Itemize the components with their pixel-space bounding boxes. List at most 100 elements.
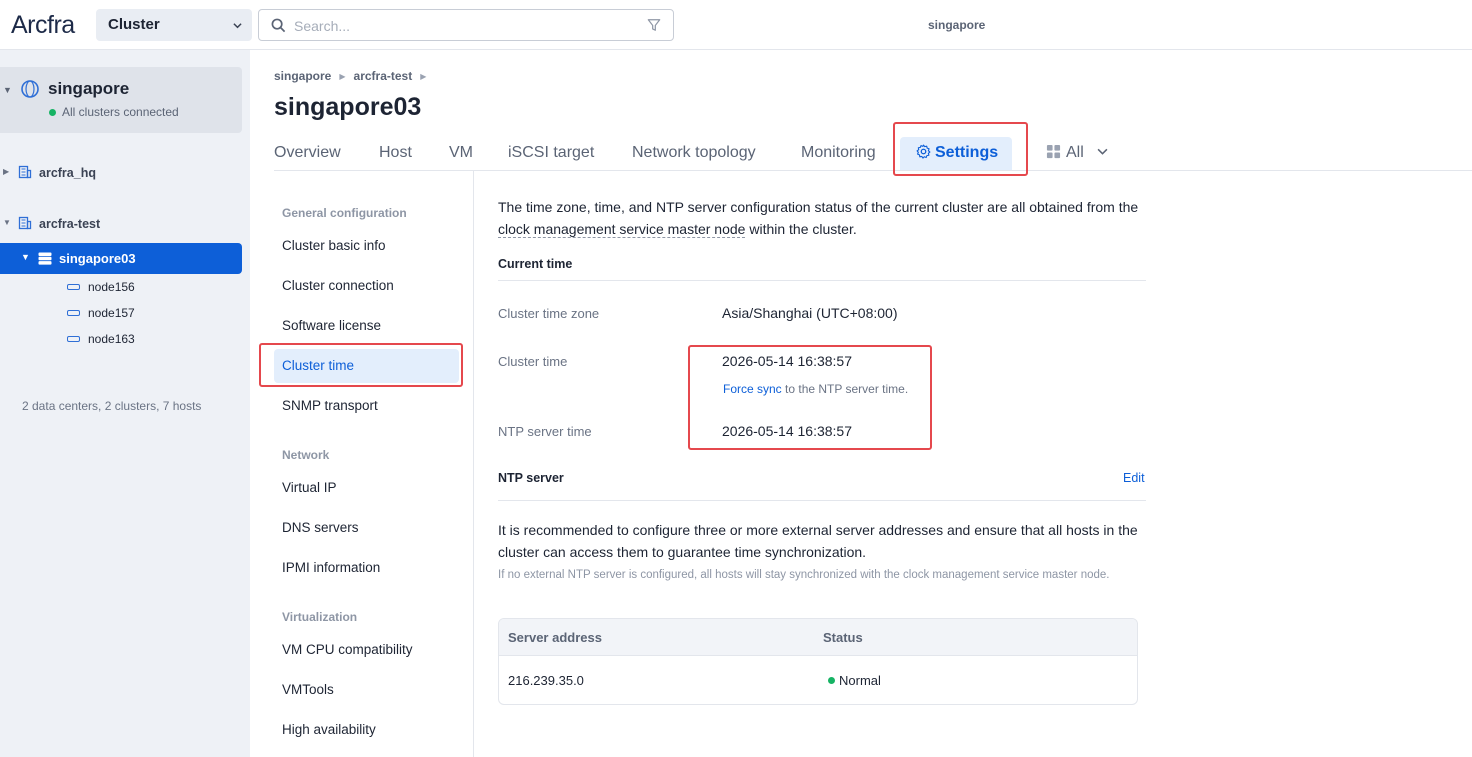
gear-icon	[916, 144, 931, 159]
node-label: node156	[88, 280, 135, 294]
force-sync-line: Force sync to the NTP server time.	[723, 382, 908, 396]
tree-item-label: arcfra-test	[39, 217, 101, 231]
settings-nav-vmtools[interactable]: VMTools	[274, 673, 459, 707]
host-icon	[67, 336, 80, 342]
tab-vm[interactable]: VM	[449, 137, 473, 171]
datacenter-name: singapore	[48, 79, 130, 98]
breadcrumb-separator-icon: ▶	[339, 72, 346, 81]
search-input[interactable]	[294, 16, 634, 36]
settings-nav-cluster-basic-info[interactable]: Cluster basic info	[274, 229, 459, 263]
timezone-label: Cluster time zone	[498, 306, 600, 321]
tab-all-dropdown[interactable]: All	[1046, 137, 1108, 171]
table-header: Server address Status	[499, 619, 1137, 656]
current-location-title: singapore	[928, 18, 986, 32]
datacenter-card[interactable]: ▼ singapore All clusters connected	[0, 67, 242, 133]
node-label: node157	[88, 306, 135, 320]
cluster-time-value: 2026-05-14 16:38:57	[722, 353, 852, 369]
tree-item-arcfra-hq[interactable]: ▶ arcfra_hq	[0, 160, 242, 186]
ntp-recommendation: It is recommended to configure three or …	[498, 522, 1138, 560]
cluster-building-icon	[18, 165, 32, 179]
scope-dropdown[interactable]: Cluster	[96, 9, 252, 41]
chevron-down-icon	[233, 23, 242, 29]
force-sync-link[interactable]: Force sync	[723, 382, 782, 396]
tree-item-label: singapore03	[59, 251, 136, 266]
settings-nav-snmp-transport[interactable]: SNMP transport	[274, 389, 459, 423]
breadcrumb: singapore ▶ arcfra-test ▶	[274, 69, 434, 83]
ntp-time-label: NTP server time	[498, 424, 592, 439]
tree-item-arcfra-test[interactable]: ▼ arcfra-test	[0, 211, 242, 237]
settings-nav-divider	[473, 171, 474, 757]
caret-down-icon[interactable]: ▼	[3, 85, 12, 95]
top-bar: Arcfra Cluster singapore	[0, 0, 1472, 50]
column-header-status: Status	[823, 630, 863, 645]
breadcrumb-item[interactable]: arcfra-test	[354, 69, 413, 83]
section-divider	[498, 280, 1146, 281]
status-dot	[49, 109, 56, 116]
settings-nav-software-license[interactable]: Software license	[274, 309, 459, 343]
filter-icon[interactable]	[647, 18, 661, 32]
settings-nav-vm-cpu-compatibility[interactable]: VM CPU compatibility	[274, 633, 459, 667]
status-cell: Normal	[828, 673, 881, 688]
search-icon	[271, 18, 286, 33]
cluster-time-label: Cluster time	[498, 354, 568, 369]
tab-iscsi-target[interactable]: iSCSI target	[508, 137, 594, 171]
tab-divider	[274, 170, 1472, 171]
ntp-time-value: 2026-05-14 16:38:57	[722, 423, 852, 439]
settings-nav-cluster-time[interactable]: Cluster time	[274, 349, 459, 383]
server-address-cell: 216.239.35.0	[508, 673, 584, 688]
settings-nav-cluster-connection[interactable]: Cluster connection	[274, 269, 459, 303]
settings-group-title: Network	[282, 448, 330, 462]
scope-dropdown-label: Cluster	[108, 16, 160, 33]
host-icon	[67, 284, 80, 290]
settings-group-title: Virtualization	[282, 610, 358, 624]
cluster-building-icon	[18, 216, 32, 230]
caret-down-icon[interactable]: ▼	[21, 252, 30, 262]
caret-down-icon[interactable]: ▼	[3, 218, 11, 227]
tree-item-selected-cluster[interactable]: ▼ singapore03	[0, 243, 242, 274]
master-node-term[interactable]: clock management service master node	[498, 221, 746, 238]
sidebar: ▼ singapore All clusters connected ▶ arc…	[0, 50, 250, 757]
cluster-icon	[38, 252, 52, 265]
intro-text: The time zone, time, and NTP server conf…	[498, 196, 1148, 240]
intro-text-part: within the cluster.	[745, 221, 857, 237]
settings-nav-high-availability[interactable]: High availability	[274, 713, 459, 747]
force-sync-text: to the NTP server time.	[781, 382, 909, 396]
tab-host[interactable]: Host	[379, 137, 412, 171]
datacenter-status: All clusters connected	[62, 105, 179, 119]
intro-text-part: The time zone, time, and NTP server conf…	[498, 199, 1139, 215]
status-text: Normal	[839, 673, 881, 688]
page-title: singapore03	[274, 93, 422, 121]
tab-network-topology[interactable]: Network topology	[632, 137, 756, 171]
timezone-value: Asia/Shanghai (UTC+08:00)	[722, 305, 898, 321]
settings-group-title: General configuration	[282, 206, 407, 220]
column-header-server-address: Server address	[508, 630, 602, 645]
tab-overview[interactable]: Overview	[274, 137, 341, 171]
host-icon	[67, 310, 80, 316]
settings-nav-ipmi-information[interactable]: IPMI information	[274, 551, 459, 585]
edit-ntp-button[interactable]: Edit	[1123, 471, 1145, 485]
tab-all-label: All	[1066, 144, 1084, 161]
breadcrumb-separator-icon: ▶	[420, 72, 427, 81]
section-title-current-time: Current time	[498, 257, 573, 271]
caret-right-icon[interactable]: ▶	[3, 167, 9, 176]
settings-nav-virtual-ip[interactable]: Virtual IP	[274, 471, 459, 505]
status-dot	[828, 677, 835, 684]
chevron-down-icon	[1097, 148, 1108, 155]
table-row: 216.239.35.0 Normal	[499, 656, 1137, 704]
app-logo: Arcfra	[11, 11, 75, 39]
node-label: node163	[88, 332, 135, 346]
tab-settings[interactable]: Settings	[900, 137, 1013, 171]
section-title-ntp-server: NTP server	[498, 471, 564, 485]
section-divider	[498, 500, 1146, 501]
ntp-server-table: Server address Status 216.239.35.0 Norma…	[498, 618, 1138, 705]
grid-icon	[1046, 144, 1061, 159]
search-box[interactable]	[258, 9, 674, 41]
breadcrumb-item[interactable]: singapore	[274, 69, 331, 83]
ntp-hint: If no external NTP server is configured,…	[498, 569, 1110, 581]
tab-monitoring[interactable]: Monitoring	[801, 137, 876, 171]
tab-settings-label: Settings	[935, 144, 999, 161]
inventory-summary: 2 data centers, 2 clusters, 7 hosts	[22, 399, 202, 413]
datacenter-icon	[21, 80, 39, 98]
tree-item-label: arcfra_hq	[39, 166, 96, 180]
settings-nav-dns-servers[interactable]: DNS servers	[274, 511, 459, 545]
